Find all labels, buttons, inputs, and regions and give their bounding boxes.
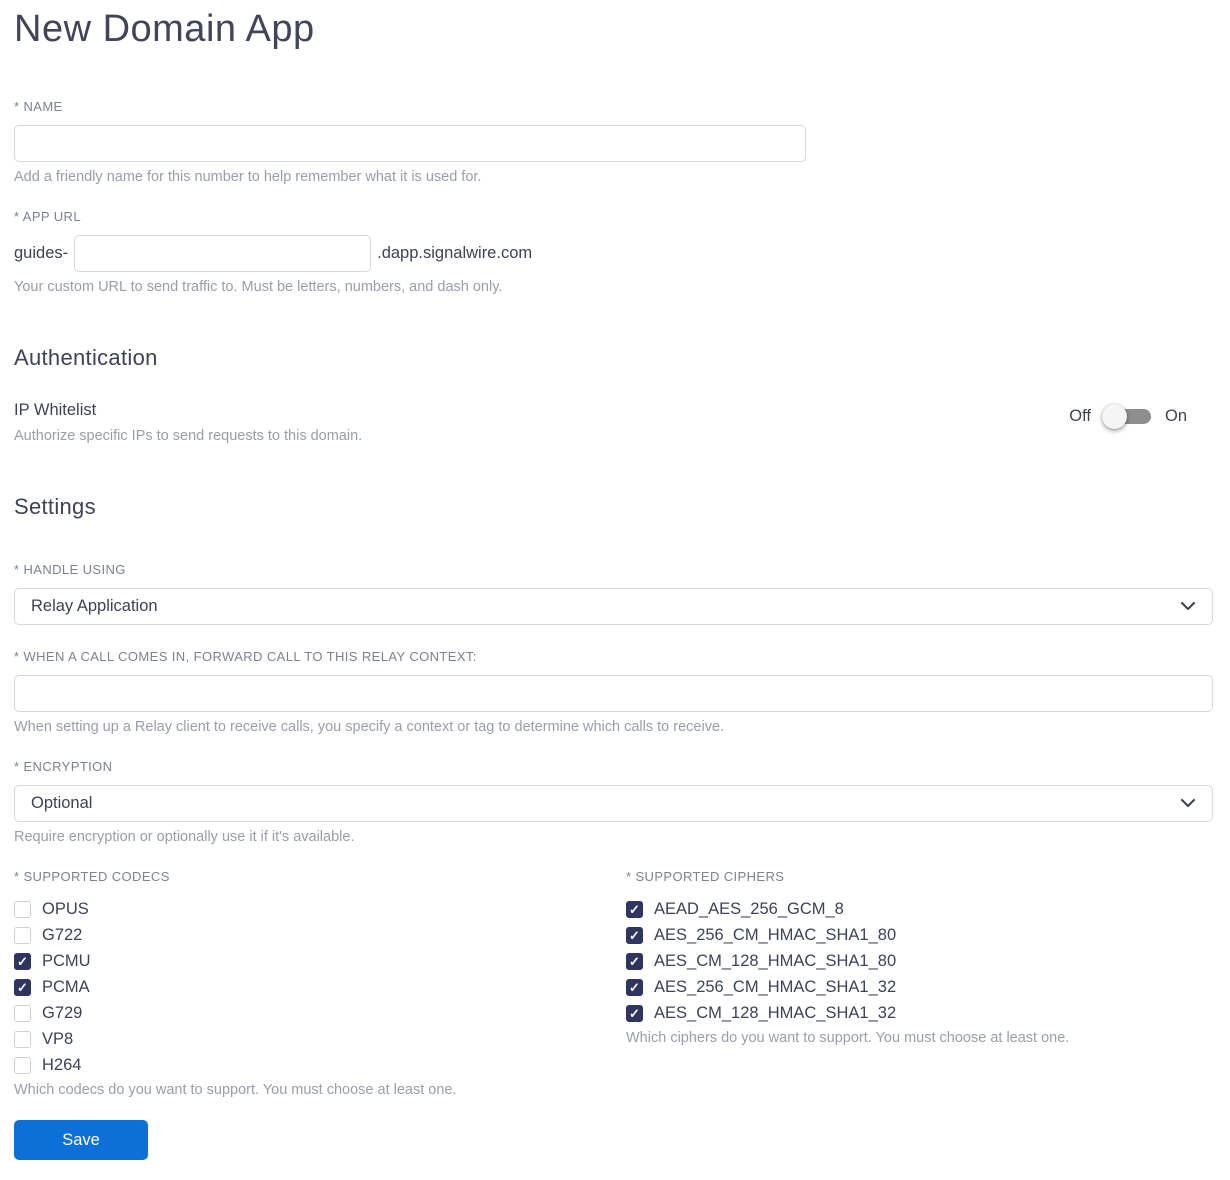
app-url-helper-text: Your custom URL to send traffic to. Must… xyxy=(14,279,503,295)
codecs-list: OPUS G722 PCMU PCMA G729 VP8 xyxy=(14,896,626,1078)
checkbox-label: AES_CM_128_HMAC_SHA1_32 xyxy=(654,1003,897,1022)
encryption-select[interactable]: Optional xyxy=(14,785,1213,822)
codec-option-pcma[interactable]: PCMA xyxy=(14,974,626,1000)
codec-option-opus[interactable]: OPUS xyxy=(14,896,626,922)
checkbox-label: AES_CM_128_HMAC_SHA1_80 xyxy=(654,951,897,970)
handle-using-value: Relay Application xyxy=(31,597,158,615)
encryption-helper-text: Require encryption or optionally use it … xyxy=(14,829,355,845)
checkbox-icon[interactable] xyxy=(626,1004,643,1022)
ip-whitelist-text: IP Whitelist Authorize specific IPs to s… xyxy=(14,401,362,444)
supported-codecs-label: * SUPPORTED CODECS xyxy=(14,869,170,884)
supported-codecs-group: * SUPPORTED CODECS OPUS G722 PCMU PCMA G… xyxy=(14,869,626,1098)
checkbox-icon[interactable] xyxy=(626,900,643,918)
checkbox-icon[interactable] xyxy=(14,1056,31,1074)
name-helper-text: Add a friendly name for this number to h… xyxy=(14,169,482,185)
codec-option-g722[interactable]: G722 xyxy=(14,922,626,948)
ip-whitelist-label: IP Whitelist xyxy=(14,401,97,419)
handle-using-field: * HANDLE USING Relay Application xyxy=(14,562,1213,625)
cipher-option-aes-cm-128-hmac-sha1-80[interactable]: AES_CM_128_HMAC_SHA1_80 xyxy=(626,948,1213,974)
cipher-option-aes-256-cm-hmac-sha1-80[interactable]: AES_256_CM_HMAC_SHA1_80 xyxy=(626,922,1213,948)
codecs-helper-text: Which codecs do you want to support. You… xyxy=(14,1082,457,1098)
codec-option-g729[interactable]: G729 xyxy=(14,1000,626,1026)
checkbox-label: VP8 xyxy=(42,1029,74,1048)
relay-context-field: * WHEN A CALL COMES IN, FORWARD CALL TO … xyxy=(14,649,1213,735)
app-url-input[interactable] xyxy=(74,235,372,272)
toggle-on-label: On xyxy=(1164,407,1187,425)
supported-ciphers-group: * SUPPORTED CIPHERS AEAD_AES_256_GCM_8 A… xyxy=(626,869,1213,1098)
checkbox-icon[interactable] xyxy=(626,952,643,970)
ciphers-list: AEAD_AES_256_GCM_8 AES_256_CM_HMAC_SHA1_… xyxy=(626,896,1213,1026)
checkbox-icon[interactable] xyxy=(626,926,643,944)
checkbox-icon[interactable] xyxy=(14,952,31,970)
relay-context-label: * WHEN A CALL COMES IN, FORWARD CALL TO … xyxy=(14,649,477,664)
supported-ciphers-label: * SUPPORTED CIPHERS xyxy=(626,869,785,884)
checkbox-label: H264 xyxy=(42,1055,82,1074)
checkbox-label: PCMU xyxy=(42,951,91,970)
name-input[interactable] xyxy=(14,125,806,162)
checkbox-icon[interactable] xyxy=(14,1030,31,1048)
ip-whitelist-helper-text: Authorize specific IPs to send requests … xyxy=(14,428,363,444)
checkbox-icon[interactable] xyxy=(14,978,31,996)
app-url-field: * APP URL guides- .dapp.signalwire.com Y… xyxy=(14,209,1213,295)
relay-context-helper-text: When setting up a Relay client to receiv… xyxy=(14,719,725,735)
checkbox-icon[interactable] xyxy=(14,1004,31,1022)
checkbox-icon[interactable] xyxy=(626,978,643,996)
handle-using-select[interactable]: Relay Application xyxy=(14,588,1213,625)
name-field-label: * NAME xyxy=(14,99,63,114)
toggle-knob-icon[interactable] xyxy=(1101,404,1127,429)
ip-whitelist-toggle-group: Off On xyxy=(1069,404,1213,429)
cipher-option-aead-aes-256-gcm-8[interactable]: AEAD_AES_256_GCM_8 xyxy=(626,896,1213,922)
ip-whitelist-toggle[interactable] xyxy=(1101,404,1151,429)
checkbox-label: G729 xyxy=(42,1003,83,1022)
app-url-row: guides- .dapp.signalwire.com xyxy=(14,235,1213,272)
relay-context-input[interactable] xyxy=(14,675,1213,712)
codec-option-pcmu[interactable]: PCMU xyxy=(14,948,626,974)
codecs-ciphers-columns: * SUPPORTED CODECS OPUS G722 PCMU PCMA G… xyxy=(14,869,1213,1098)
codec-option-h264[interactable]: H264 xyxy=(14,1052,626,1078)
checkbox-icon[interactable] xyxy=(14,926,31,944)
checkbox-icon[interactable] xyxy=(14,900,31,918)
settings-heading: Settings xyxy=(14,494,96,519)
checkbox-label: AES_256_CM_HMAC_SHA1_80 xyxy=(654,925,897,944)
chevron-down-icon xyxy=(1180,599,1196,615)
ip-whitelist-row: IP Whitelist Authorize specific IPs to s… xyxy=(14,401,1213,444)
cipher-option-aes-cm-128-hmac-sha1-32[interactable]: AES_CM_128_HMAC_SHA1_32 xyxy=(626,1000,1213,1026)
encryption-value: Optional xyxy=(31,794,93,812)
app-url-suffix: .dapp.signalwire.com xyxy=(377,244,533,262)
save-button[interactable]: Save xyxy=(14,1120,148,1160)
name-field: * NAME Add a friendly name for this numb… xyxy=(14,99,1213,185)
app-url-field-label: * APP URL xyxy=(14,209,81,224)
checkbox-label: AEAD_AES_256_GCM_8 xyxy=(654,899,844,918)
checkbox-label: G722 xyxy=(42,925,83,944)
authentication-heading: Authentication xyxy=(14,345,158,370)
checkbox-label: AES_256_CM_HMAC_SHA1_32 xyxy=(654,977,897,996)
encryption-field: * ENCRYPTION Optional Require encryption… xyxy=(14,759,1213,845)
encryption-label: * ENCRYPTION xyxy=(14,759,113,774)
chevron-down-icon xyxy=(1180,796,1196,812)
checkbox-label: PCMA xyxy=(42,977,90,996)
toggle-off-label: Off xyxy=(1069,407,1091,425)
app-url-prefix: guides- xyxy=(14,244,69,262)
cipher-option-aes-256-cm-hmac-sha1-32[interactable]: AES_256_CM_HMAC_SHA1_32 xyxy=(626,974,1213,1000)
page-title: New Domain App xyxy=(14,8,315,50)
checkbox-label: OPUS xyxy=(42,899,89,918)
codec-option-vp8[interactable]: VP8 xyxy=(14,1026,626,1052)
handle-using-label: * HANDLE USING xyxy=(14,562,126,577)
ciphers-helper-text: Which ciphers do you want to support. Yo… xyxy=(626,1030,1070,1046)
